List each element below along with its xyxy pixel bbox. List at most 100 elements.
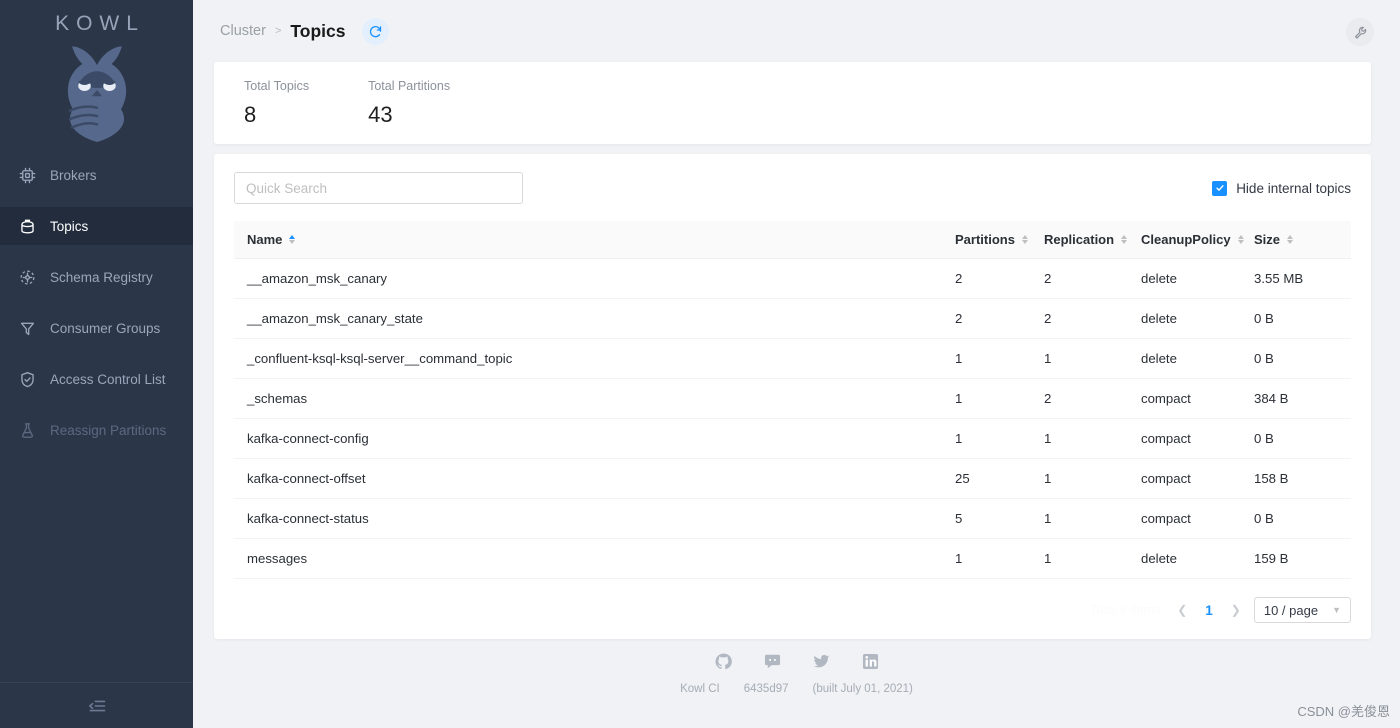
github-icon[interactable] — [714, 652, 733, 671]
table-row[interactable]: __amazon_msk_canary 2 2 delete 3.55 MB — [234, 258, 1351, 299]
topic-name: kafka-connect-status — [234, 498, 942, 539]
footer-build-info: Kowl CI 6435d97 (built July 01, 2021) — [680, 683, 913, 695]
sidebar: KOWL Brokers Topics Schema Registry Cons… — [0, 0, 193, 728]
refresh-button[interactable] — [362, 17, 390, 45]
table-head: Name Partitions Replication CleanupPolic… — [234, 221, 1351, 259]
sidebar-item-brokers[interactable]: Brokers — [0, 156, 193, 194]
table-row[interactable]: kafka-connect-config 1 1 compact 0 B — [234, 418, 1351, 459]
topic-cleanup-policy: compact — [1128, 458, 1241, 499]
topic-partitions: 2 — [942, 298, 1031, 339]
table-row[interactable]: kafka-connect-offset 25 1 compact 158 B — [234, 458, 1351, 499]
column-label: CleanupPolicy — [1141, 232, 1231, 247]
topic-cleanup-policy: compact — [1128, 378, 1241, 419]
topic-name: _schemas — [234, 378, 942, 419]
table-row[interactable]: messages 1 1 delete 159 B — [234, 538, 1351, 579]
table-header-row: Name Partitions Replication CleanupPolic… — [234, 221, 1351, 259]
stat-value: 43 — [368, 101, 393, 127]
twitter-icon[interactable] — [812, 652, 831, 671]
sidebar-item-label: Consumer Groups — [50, 320, 161, 336]
page-title: Topics — [290, 20, 346, 41]
topic-name: kafka-connect-offset — [234, 458, 942, 499]
topic-cleanup-policy: delete — [1128, 538, 1241, 579]
hide-internal-topics-toggle[interactable]: Hide internal topics — [1212, 180, 1351, 196]
pagination-prev[interactable]: ❮ — [1173, 603, 1191, 617]
linkedin-icon[interactable] — [861, 652, 880, 671]
table-row[interactable]: _confluent-ksql-ksql-server__command_top… — [234, 338, 1351, 379]
topic-replication: 1 — [1031, 538, 1128, 579]
column-header-partitions[interactable]: Partitions — [942, 221, 1031, 259]
table-row[interactable]: kafka-connect-status 5 1 compact 0 B — [234, 498, 1351, 539]
column-header-size[interactable]: Size — [1241, 221, 1351, 259]
topic-size: 0 B — [1241, 498, 1351, 539]
column-label: Size — [1254, 232, 1281, 247]
sidebar-footer — [0, 682, 193, 728]
sort-arrows-asc-active[interactable] — [289, 234, 296, 245]
topic-cleanup-policy: compact — [1128, 498, 1241, 539]
sidebar-item-label: Reassign Partitions — [50, 422, 167, 438]
breadcrumb-separator: > — [274, 25, 282, 37]
topic-size: 3.55 MB — [1241, 258, 1351, 299]
topics-table-card: Hide internal topics Name Partitions — [214, 154, 1371, 639]
page-footer: Kowl CI 6435d97 (built July 01, 2021) — [193, 618, 1400, 728]
topic-cleanup-policy: compact — [1128, 418, 1241, 459]
topic-name: messages — [234, 538, 942, 579]
sidebar-item-schema-registry[interactable]: Schema Registry — [0, 258, 193, 296]
shield-check-icon — [21, 371, 34, 387]
owl-logo-icon — [67, 46, 126, 142]
sort-arrows[interactable] — [1237, 234, 1244, 245]
topic-size: 0 B — [1241, 338, 1351, 379]
column-label: Name — [247, 232, 283, 247]
topic-partitions: 25 — [942, 458, 1031, 499]
search-input[interactable] — [234, 172, 523, 204]
column-header-replication[interactable]: Replication — [1031, 221, 1128, 259]
social-links — [714, 652, 880, 671]
topic-cleanup-policy: delete — [1128, 338, 1241, 379]
topic-partitions: 5 — [942, 498, 1031, 539]
stat-label: Total Topics — [244, 78, 310, 93]
topic-replication: 1 — [1031, 338, 1128, 379]
sort-arrows[interactable] — [1021, 234, 1028, 245]
checkbox-checked[interactable] — [1212, 180, 1228, 196]
topic-partitions: 1 — [942, 418, 1031, 459]
column-header-name[interactable]: Name — [234, 221, 942, 259]
pagination-page-1[interactable]: 1 — [1200, 603, 1218, 618]
topic-replication: 2 — [1031, 298, 1128, 339]
topic-size: 159 B — [1241, 538, 1351, 579]
column-header-cleanup-policy[interactable]: CleanupPolicy — [1128, 221, 1244, 259]
topic-replication: 2 — [1031, 378, 1128, 419]
sidebar-nav: Brokers Topics Schema Registry Consumer … — [0, 156, 193, 462]
stat-label: Total Partitions — [368, 78, 451, 93]
sidebar-item-reassign-partitions[interactable]: Reassign Partitions — [0, 411, 193, 449]
app-root: KOWL Brokers Topics Schema Registry Cons… — [0, 0, 1400, 728]
database-icon — [21, 219, 34, 234]
sidebar-item-label: Topics — [50, 218, 89, 234]
breadcrumb: Cluster > Topics — [220, 17, 390, 45]
sort-arrows[interactable] — [1121, 234, 1128, 245]
discord-icon[interactable] — [763, 652, 782, 671]
sidebar-item-label: Schema Registry — [50, 269, 153, 285]
logo-text: KOWL — [55, 12, 145, 35]
stat-total-partitions: Total Partitions 43 — [368, 79, 450, 128]
topic-name: __amazon_msk_canary — [234, 258, 942, 299]
sidebar-item-topics[interactable]: Topics — [0, 207, 193, 245]
topic-size: 158 B — [1241, 458, 1351, 499]
table-body: __amazon_msk_canary 2 2 delete 3.55 MB __amaz… — [234, 258, 1351, 579]
stat-total-topics: Total Topics 8 — [244, 79, 309, 128]
tools-button[interactable] — [1346, 18, 1374, 46]
breadcrumb-cluster[interactable]: Cluster — [220, 23, 266, 39]
pagination-next[interactable]: ❯ — [1227, 603, 1245, 617]
sidebar-item-consumer-groups[interactable]: Consumer Groups — [0, 309, 193, 347]
sidebar-item-label: Access Control List — [50, 371, 166, 387]
footer-build-date: (built July 01, 2021) — [812, 682, 913, 695]
topic-replication: 1 — [1031, 418, 1128, 459]
hub-icon — [20, 269, 35, 285]
sort-arrows[interactable] — [1287, 234, 1294, 245]
column-label: Partitions — [955, 232, 1015, 247]
table-row[interactable]: __amazon_msk_canary_state 2 2 delete 0 B — [234, 298, 1351, 339]
chevron-down-icon: ▼ — [1332, 605, 1341, 615]
table-row[interactable]: _schemas 1 2 compact 384 B — [234, 378, 1351, 419]
stats-card: Total Topics 8 Total Partitions 43 — [214, 62, 1371, 144]
sidebar-item-access-control-list[interactable]: Access Control List — [0, 360, 193, 398]
menu-fold-icon[interactable] — [87, 696, 107, 716]
page-size-label: 10 / page — [1263, 602, 1319, 618]
